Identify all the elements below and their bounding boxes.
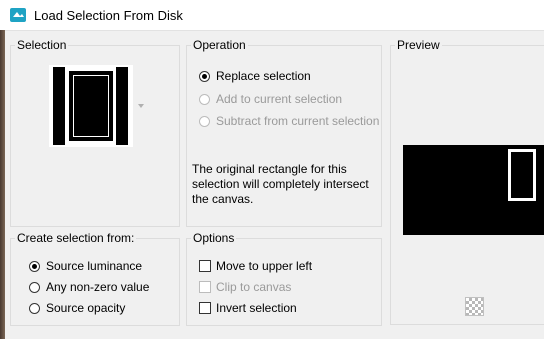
source-opacity-label: Source opacity (46, 301, 126, 315)
replace-selection-label: Replace selection (216, 69, 311, 83)
add-to-selection-label: Add to current selection (216, 92, 343, 106)
checker-icon[interactable] (465, 297, 484, 316)
checkbox[interactable] (199, 302, 211, 314)
invert-selection-label: Invert selection (216, 301, 297, 315)
create-selection-label: Create selection from: (15, 231, 137, 245)
preview-group-label: Preview (395, 38, 442, 52)
replace-selection-radio[interactable]: Replace selection (199, 68, 311, 84)
title-bar: Load Selection From Disk (0, 0, 544, 31)
selection-group: Selection (10, 38, 180, 227)
radio-button[interactable] (29, 302, 40, 314)
radio-button[interactable] (29, 260, 40, 272)
preview-canvas (403, 145, 544, 235)
selection-disk-icon (10, 8, 26, 22)
create-selection-group: Create selection from: Source luminance … (10, 231, 180, 326)
note-line: The original rectangle for this (192, 162, 347, 176)
move-upper-left-checkbox[interactable]: Move to upper left (199, 258, 312, 274)
subtract-selection-label: Subtract from current selection (216, 114, 380, 128)
clip-to-canvas-label: Clip to canvas (216, 280, 292, 294)
invert-selection-checkbox[interactable]: Invert selection (199, 300, 297, 316)
radio-button[interactable] (199, 70, 210, 82)
window-title: Load Selection From Disk (34, 8, 183, 23)
options-group-label: Options (191, 231, 237, 245)
selection-group-label: Selection (15, 38, 69, 52)
any-non-zero-radio[interactable]: Any non-zero value (29, 279, 149, 295)
add-to-selection-radio[interactable]: Add to current selection (199, 91, 342, 107)
subtract-selection-radio[interactable]: Subtract from current selection (199, 113, 379, 129)
radio-button[interactable] (199, 115, 210, 127)
any-non-zero-label: Any non-zero value (46, 280, 150, 294)
checkbox[interactable] (199, 260, 211, 272)
radio-button[interactable] (199, 93, 210, 105)
operation-group: Operation Replace selection Add to curre… (186, 38, 382, 227)
note-line: selection will completely intersect (192, 177, 369, 191)
radio-button[interactable] (29, 281, 40, 293)
source-luminance-radio[interactable]: Source luminance (29, 258, 142, 274)
operation-group-label: Operation (191, 38, 248, 52)
preview-group: Preview (390, 38, 544, 325)
chevron-down-icon[interactable] (138, 104, 144, 108)
operation-note: The original rectangle for this selectio… (192, 162, 369, 207)
source-opacity-radio[interactable]: Source opacity (29, 300, 125, 316)
clip-to-canvas-checkbox[interactable]: Clip to canvas (199, 279, 291, 295)
source-luminance-label: Source luminance (46, 259, 143, 273)
options-group: Options Move to upper left Clip to canva… (186, 231, 382, 326)
selection-thumbnail[interactable] (49, 65, 133, 147)
background-edge (0, 30, 5, 339)
note-line: the canvas. (192, 192, 254, 206)
checkbox[interactable] (199, 281, 211, 293)
move-upper-left-label: Move to upper left (216, 259, 313, 273)
